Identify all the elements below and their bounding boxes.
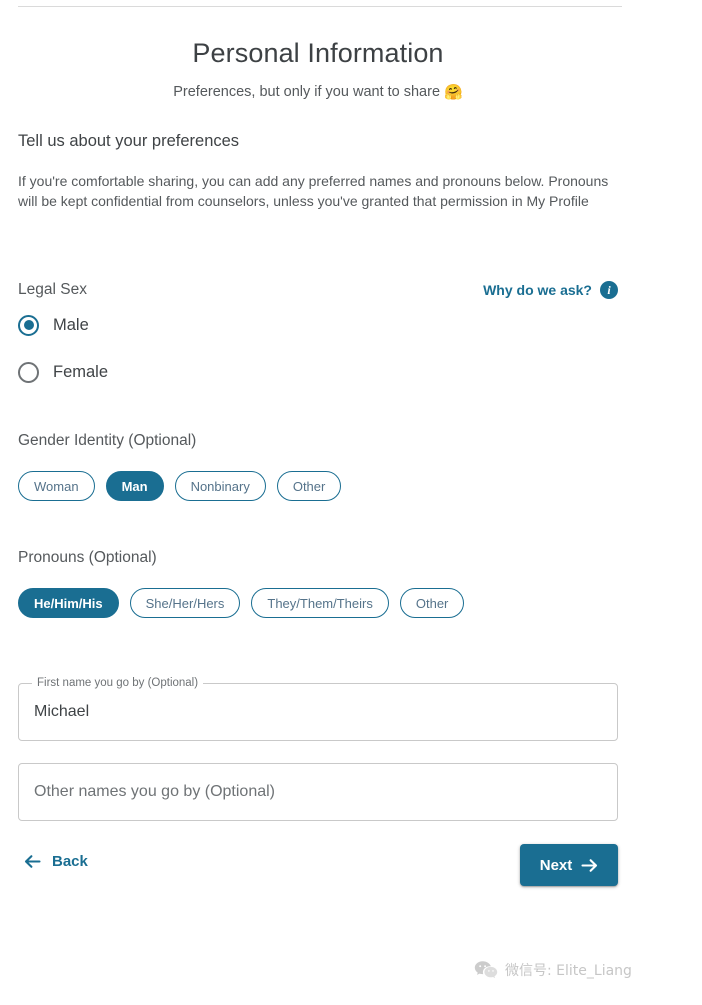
- watermark: 微信号: Elite_Liang: [474, 960, 632, 980]
- chip-pronoun-they-them-theirs[interactable]: They/Them/Theirs: [251, 588, 389, 618]
- other-names-placeholder: Other names you go by (Optional): [34, 783, 276, 800]
- pronouns-label: Pronouns (Optional): [18, 549, 157, 566]
- legal-sex-label: Legal Sex: [18, 281, 87, 298]
- personal-information-page: Personal Information Preferences, but on…: [0, 0, 702, 1005]
- first-name-field[interactable]: First name you go by (Optional) Michael: [18, 677, 618, 741]
- why-do-we-ask-label: Why do we ask?: [483, 282, 592, 298]
- arrow-left-icon: [24, 854, 41, 869]
- arrow-right-icon: [581, 858, 598, 873]
- radio-option-female[interactable]: Female: [18, 359, 108, 385]
- chip-gender-other[interactable]: Other: [276, 471, 342, 501]
- radio-mark-female[interactable]: [18, 361, 39, 383]
- first-name-value: Michael: [34, 703, 90, 720]
- page-subtitle: Preferences, but only if you want to sha…: [0, 69, 636, 101]
- back-button-label: Back: [52, 853, 88, 870]
- page-subtitle-text: Preferences, but only if you want to sha…: [173, 84, 441, 100]
- chip-gender-man[interactable]: Man: [105, 471, 164, 501]
- radio-label-male: Male: [53, 315, 89, 334]
- next-button[interactable]: Next: [520, 844, 618, 886]
- radio-mark-male[interactable]: [18, 314, 39, 336]
- info-icon[interactable]: i: [600, 281, 618, 299]
- other-names-field[interactable]: Other names you go by (Optional): [18, 763, 618, 821]
- watermark-text: 微信号: Elite_Liang: [505, 963, 632, 979]
- gender-identity-label: Gender Identity (Optional): [18, 432, 197, 449]
- page-title: Personal Information: [192, 38, 444, 68]
- section-heading: Tell us about your preferences: [18, 132, 240, 150]
- why-do-we-ask-link[interactable]: Why do we ask? i: [483, 281, 618, 299]
- legal-sex-radio-group: Male Female: [18, 312, 108, 406]
- chip-pronoun-he-him-his[interactable]: He/Him/His: [18, 588, 119, 618]
- back-button[interactable]: Back: [24, 853, 88, 870]
- page-content: Personal Information Preferences, but on…: [0, 0, 702, 101]
- chip-gender-nonbinary[interactable]: Nonbinary: [174, 471, 266, 501]
- radio-option-male[interactable]: Male: [18, 312, 108, 338]
- chip-pronoun-she-her-hers[interactable]: She/Her/Hers: [129, 588, 241, 618]
- gender-identity-chip-group: Woman Man Nonbinary Other: [18, 471, 342, 501]
- next-button-label: Next: [539, 856, 573, 874]
- hugging-face-emoji-icon: 🤗: [444, 84, 463, 101]
- radio-label-female: Female: [53, 362, 109, 381]
- chip-gender-woman[interactable]: Woman: [18, 471, 95, 501]
- section-description: If you're comfortable sharing, you can a…: [18, 173, 609, 209]
- legal-sex-row: Legal Sex Why do we ask? i: [18, 281, 618, 299]
- wechat-icon: [474, 960, 498, 980]
- chip-pronoun-other[interactable]: Other: [399, 588, 465, 618]
- pronouns-chip-group: He/Him/His She/Her/Hers They/Them/Theirs…: [18, 588, 465, 618]
